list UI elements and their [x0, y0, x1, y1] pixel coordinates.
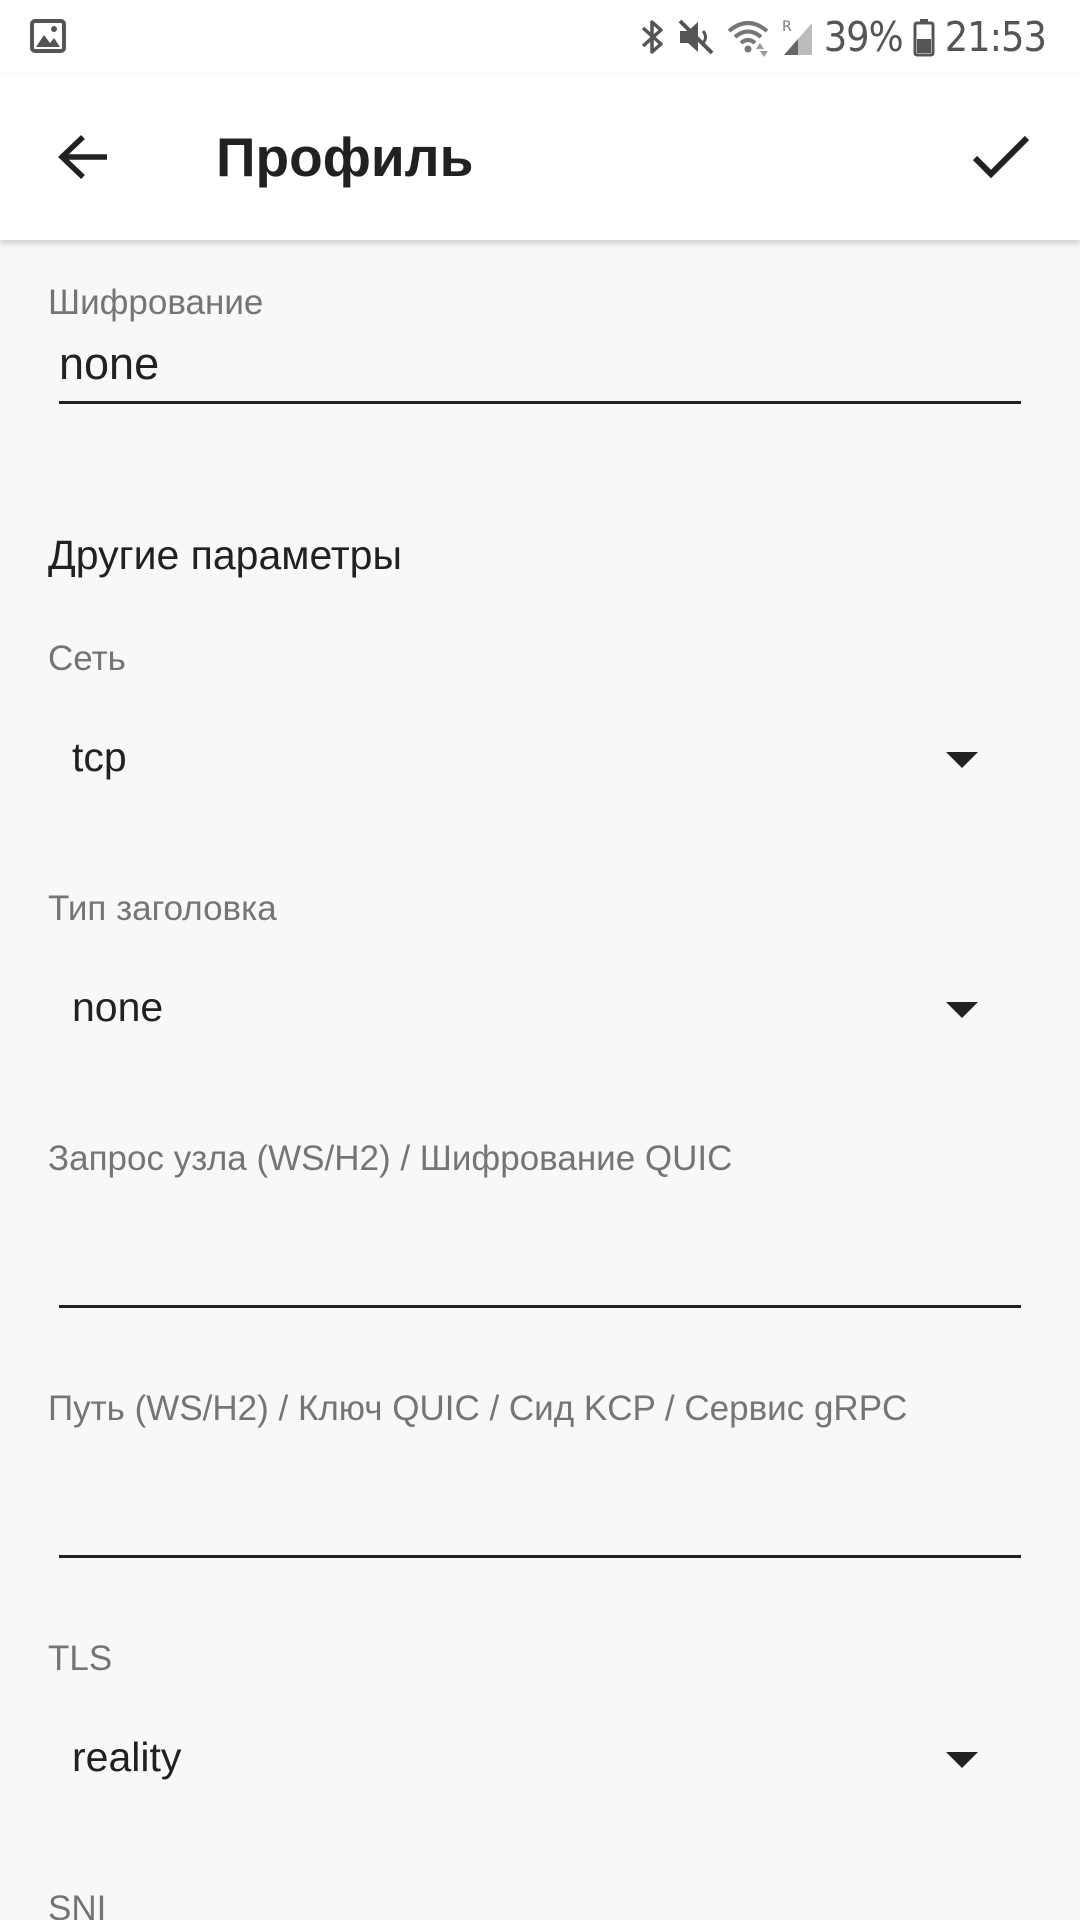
back-button[interactable] [44, 118, 122, 196]
mute-icon [676, 17, 716, 57]
sni-label: SNI [48, 1889, 107, 1920]
encryption-input[interactable]: none [59, 332, 1021, 404]
dropdown-arrow-icon [946, 752, 978, 768]
wifi-icon [726, 17, 770, 57]
network-value: tcp [72, 734, 127, 780]
svg-text:R: R [782, 19, 792, 35]
path-label: Путь (WS/H2) / Ключ QUIC / Сид KCP / Сер… [48, 1389, 908, 1428]
tls-label: TLS [48, 1639, 113, 1678]
signal-icon: R [780, 17, 814, 57]
tls-value: reality [72, 1734, 182, 1780]
encryption-value: none [59, 338, 160, 389]
arrow-back-icon [58, 135, 107, 179]
bluetooth-icon [640, 17, 666, 57]
header-type-select[interactable]: none [48, 960, 988, 1060]
host-request-input[interactable] [59, 1236, 1021, 1308]
path-input[interactable] [59, 1486, 1021, 1558]
tls-select[interactable]: reality [48, 1710, 988, 1810]
page-title: Профиль [216, 126, 474, 188]
profile-form: Шифрование none Другие параметры Сеть tc… [0, 240, 1080, 1920]
gallery-icon [30, 19, 66, 53]
battery-icon [913, 17, 935, 57]
check-icon [972, 135, 1030, 179]
other-params-heading: Другие параметры [48, 532, 402, 578]
header-type-value: none [72, 984, 164, 1030]
network-select[interactable]: tcp [48, 710, 988, 810]
host-request-label: Запрос узла (WS/H2) / Шифрование QUIC [48, 1139, 733, 1178]
dropdown-arrow-icon [946, 1752, 978, 1768]
battery-percent: 39% [823, 13, 904, 61]
dropdown-arrow-icon [946, 1002, 978, 1018]
status-icons: R 39% 21:53 [640, 0, 1047, 74]
network-label: Сеть [48, 639, 126, 678]
status-bar: R 39% 21:53 [0, 0, 1080, 74]
app-bar: Профиль [0, 74, 1080, 240]
confirm-button[interactable] [962, 118, 1040, 196]
encryption-label: Шифрование [48, 283, 264, 322]
clock: 21:53 [944, 13, 1047, 61]
header-type-label: Тип заголовка [48, 889, 277, 928]
